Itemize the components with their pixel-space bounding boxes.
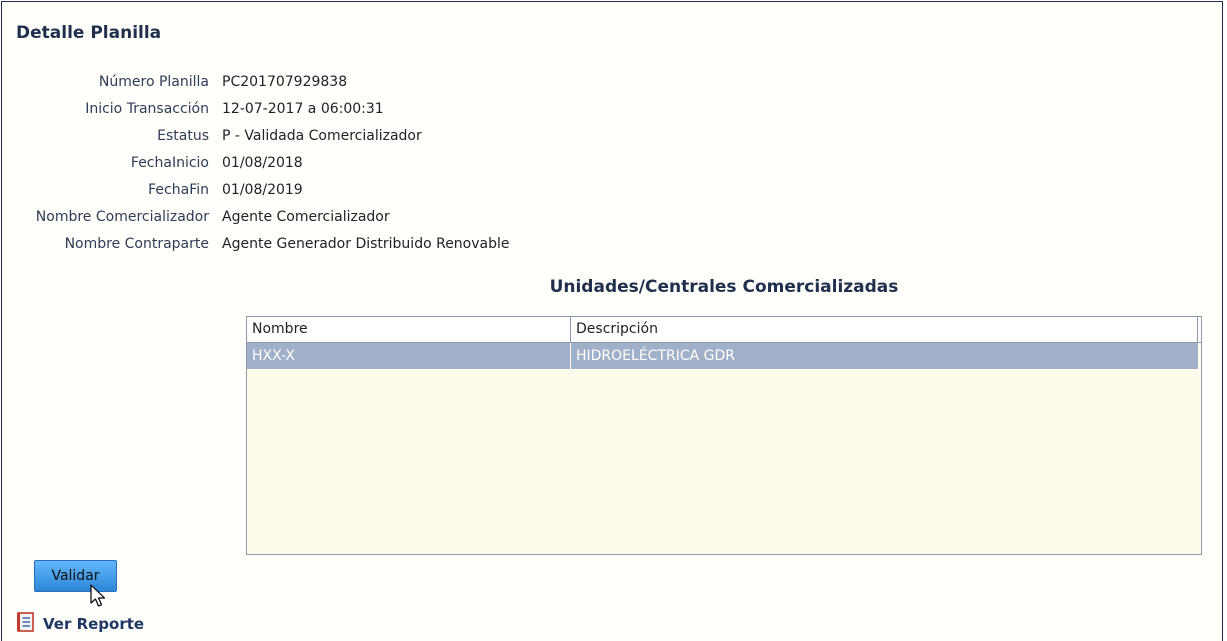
- detail-value: 01/08/2018: [222, 154, 303, 171]
- grid-header: Nombre Descripción: [247, 317, 1201, 343]
- detail-label: FechaFin: [148, 181, 209, 198]
- detail-value: Agente Generador Distribuido Renovable: [222, 235, 510, 252]
- cell-descripcion[interactable]: HIDROELÉCTRICA GDR: [571, 343, 1198, 369]
- cell-nombre[interactable]: HXX-X: [247, 343, 571, 369]
- column-header-nombre[interactable]: Nombre: [247, 317, 571, 342]
- view-report-link[interactable]: Ver Reporte: [17, 612, 144, 636]
- detail-label: FechaInicio: [130, 154, 209, 171]
- table-row[interactable]: HXX-X HIDROELÉCTRICA GDR: [247, 343, 1198, 369]
- detail-row-nombre-contraparte: Nombre Contraparte Agente Generador Dist…: [2, 230, 510, 257]
- detail-value: Agente Comercializador: [222, 208, 390, 225]
- units-section-title: Unidades/Centrales Comercializadas: [549, 277, 899, 297]
- mouse-pointer-icon: [90, 584, 106, 607]
- page-title: Detalle Planilla: [16, 23, 162, 43]
- detail-value: PC201707929838: [222, 73, 348, 90]
- detail-label: Nombre Contraparte: [64, 235, 209, 252]
- detail-row-estatus: Estatus P - Validada Comercializador: [2, 122, 510, 149]
- detail-value: 12-07-2017 a 06:00:31: [222, 100, 384, 117]
- units-grid[interactable]: Nombre Descripción HXX-X HIDROELÉCTRICA …: [246, 316, 1202, 555]
- detail-row-inicio-transaccion: Inicio Transacción 12-07-2017 a 06:00:31: [2, 95, 510, 122]
- detail-value: 01/08/2019: [222, 181, 303, 198]
- report-document-icon: [17, 612, 35, 636]
- detail-row-fecha-inicio: FechaInicio 01/08/2018: [2, 149, 510, 176]
- detail-label: Estatus: [157, 127, 209, 144]
- view-report-label: Ver Reporte: [43, 615, 145, 633]
- detail-label: Inicio Transacción: [85, 100, 209, 117]
- detail-row-nombre-comercializador: Nombre Comercializador Agente Comerciali…: [2, 203, 510, 230]
- detail-label: Nombre Comercializador: [35, 208, 209, 225]
- detail-label: Número Planilla: [98, 73, 209, 90]
- detail-value: P - Validada Comercializador: [222, 127, 422, 144]
- column-header-descripcion[interactable]: Descripción: [571, 317, 1198, 342]
- detail-row-numero-planilla: Número Planilla PC201707929838: [2, 68, 510, 95]
- planilla-panel: Detalle Planilla Número Planilla PC20170…: [1, 1, 1223, 641]
- detail-row-fecha-fin: FechaFin 01/08/2019: [2, 176, 510, 203]
- details-list: Número Planilla PC201707929838 Inicio Tr…: [2, 68, 510, 257]
